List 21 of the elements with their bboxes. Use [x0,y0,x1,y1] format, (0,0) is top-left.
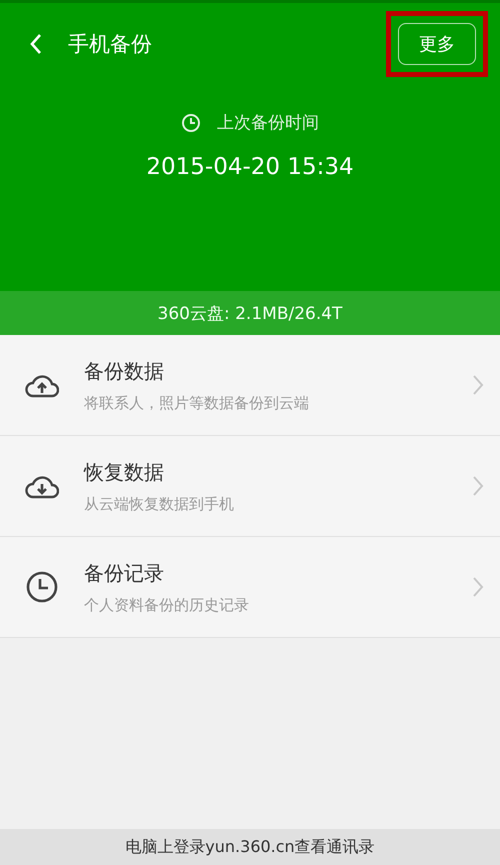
item-description: 个人资料备份的历史记录 [84,596,250,614]
item-title: 恢复数据 [84,458,165,486]
last-backup-label: 上次备份时间 [217,112,319,134]
item-title: 备份记录 [84,560,165,586]
clock-icon [181,112,201,132]
item-description: 从云端恢复数据到手机 [84,494,235,514]
chevron-right-icon [472,475,484,497]
clock-icon [25,570,59,604]
back-icon [28,32,44,56]
menu-item[interactable]: 备份记录 个人资料备份的历史记录 [0,537,500,638]
page-title: 手机备份 [68,31,152,58]
last-backup-time: 2015-04-20 15:34 [146,154,354,180]
menu-item[interactable]: 备份数据 将联系人，照片等数据备份到云端 [0,335,500,436]
item-title: 备份数据 [84,358,165,384]
chevron-right-icon [472,374,484,396]
storage-usage: 360云盘: 2.1MB/26.4T [158,302,342,324]
chevron-right-icon [472,576,484,598]
more-button[interactable]: 更多 [398,23,476,65]
menu-item[interactable]: 恢复数据 从云端恢复数据到手机 [0,436,500,537]
footer-link-text: 电脑上登录yun.360.cn查看通讯录 [125,836,375,858]
item-description: 将联系人，照片等数据备份到云端 [84,394,310,412]
